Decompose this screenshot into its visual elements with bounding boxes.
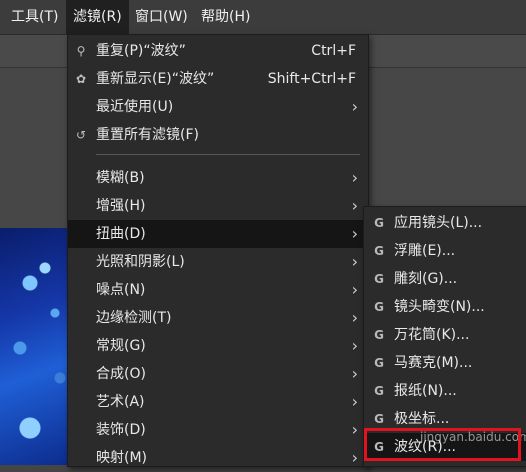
menu-item-noise[interactable]: 噪点(N) › (68, 276, 368, 304)
gegl-icon: G (374, 300, 384, 314)
chevron-right-icon: › (351, 280, 358, 299)
menu-item-label: 模糊(B) (96, 170, 145, 186)
chevron-right-icon: › (351, 168, 358, 187)
gegl-icon: G (374, 244, 384, 258)
menu-help[interactable]: 帮助(H) (194, 0, 257, 34)
menu-filters[interactable]: 滤镜(R) (66, 0, 129, 34)
chevron-right-icon: › (351, 224, 358, 243)
menu-item-repeat-filter[interactable]: ⚲ 重复(P)“波纹” Ctrl+F (68, 37, 368, 65)
menu-item-blur[interactable]: 模糊(B) › (68, 164, 368, 192)
submenu-item-newsprint[interactable]: G 报纸(N)... (364, 377, 526, 405)
menu-item-label: 报纸(N)... (394, 383, 457, 399)
menu-item-distorts[interactable]: 扭曲(D) › (68, 220, 368, 248)
shortcut-label: Ctrl+F (311, 43, 356, 59)
menu-windows[interactable]: 窗口(W) (128, 0, 195, 34)
submenu-item-engrave[interactable]: G 雕刻(G)... (364, 265, 526, 293)
menu-item-label: 扭曲(D) (96, 226, 146, 242)
menu-item-artistic[interactable]: 艺术(A) › (68, 388, 368, 416)
submenu-item-lens-distortion[interactable]: G 镜头畸变(N)... (364, 293, 526, 321)
menu-item-label: 合成(O) (96, 366, 146, 382)
menu-item-label: 增强(H) (96, 198, 146, 214)
reset-icon: ↺ (75, 128, 87, 142)
menu-item-label: 重新显示(E)“波纹” (96, 71, 215, 87)
chevron-right-icon: › (351, 364, 358, 383)
menu-item-label: 马赛克(M)... (394, 355, 473, 371)
menubar: 工具(T) 滤镜(R) 窗口(W) 帮助(H) (0, 0, 526, 35)
gegl-icon: G (374, 216, 384, 230)
menu-item-label: 装饰(D) (96, 422, 146, 438)
menu-separator (96, 154, 360, 155)
gegl-icon: G (374, 384, 384, 398)
repeat-filter-icon: ⚲ (76, 44, 86, 58)
submenu-item-mosaic[interactable]: G 马赛克(M)... (364, 349, 526, 377)
reshow-filter-icon: ✿ (75, 72, 87, 86)
menu-item-label: 镜头畸变(N)... (394, 299, 485, 315)
menu-item-label: 极坐标... (394, 411, 450, 427)
menu-item-recently-used[interactable]: 最近使用(U) › (68, 93, 368, 121)
menu-item-label: 最近使用(U) (96, 99, 174, 115)
menu-item-decor[interactable]: 装饰(D) › (68, 416, 368, 444)
gegl-icon: G (374, 356, 384, 370)
menu-item-edge-detect[interactable]: 边缘检测(T) › (68, 304, 368, 332)
gegl-icon: G (374, 440, 384, 454)
menu-item-label: 万花筒(K)... (394, 327, 470, 343)
menu-item-combine[interactable]: 合成(O) › (68, 360, 368, 388)
chevron-right-icon: › (351, 392, 358, 411)
submenu-item-kaleidoscope[interactable]: G 万花筒(K)... (364, 321, 526, 349)
menu-item-label: 浮雕(E)... (394, 243, 456, 259)
chevron-right-icon: › (351, 252, 358, 271)
menu-item-reshow-filter[interactable]: ✿ 重新显示(E)“波纹” Shift+Ctrl+F (68, 65, 368, 93)
watermark: jingyan.baidu.com (420, 430, 526, 444)
menu-item-label: 重复(P)“波纹” (96, 43, 186, 59)
filters-menu: ⚲ 重复(P)“波纹” Ctrl+F ✿ 重新显示(E)“波纹” Shift+C… (67, 34, 369, 467)
gegl-icon: G (374, 412, 384, 426)
submenu-item-apply-lens[interactable]: G 应用镜头(L)... (364, 209, 526, 237)
menu-item-label: 艺术(A) (96, 394, 145, 410)
menu-item-label: 边缘检测(T) (96, 310, 172, 326)
menu-item-generic[interactable]: 常规(G) › (68, 332, 368, 360)
menu-item-label: 雕刻(G)... (394, 271, 458, 287)
chevron-right-icon: › (351, 448, 358, 467)
menu-item-light-shadow[interactable]: 光照和阴影(L) › (68, 248, 368, 276)
gegl-icon: G (374, 328, 384, 342)
submenu-item-emboss[interactable]: G 浮雕(E)... (364, 237, 526, 265)
shortcut-label: Shift+Ctrl+F (267, 71, 356, 87)
menu-item-label: 噪点(N) (96, 282, 146, 298)
menu-item-label: 常规(G) (96, 338, 146, 354)
gegl-icon: G (374, 272, 384, 286)
chevron-right-icon: › (351, 308, 358, 327)
menu-item-label: 映射(M) (96, 450, 148, 466)
chevron-right-icon: › (351, 196, 358, 215)
submenu-item-polar-coordinates[interactable]: G 极坐标... (364, 405, 526, 433)
distorts-submenu: G 应用镜头(L)... G 浮雕(E)... G 雕刻(G)... G 镜头畸… (363, 206, 526, 467)
chevron-right-icon: › (351, 97, 358, 116)
menu-item-map[interactable]: 映射(M) › (68, 444, 368, 472)
menu-tools[interactable]: 工具(T) (4, 0, 65, 34)
menu-item-enhance[interactable]: 增强(H) › (68, 192, 368, 220)
menu-item-reset-all-filters[interactable]: ↺ 重置所有滤镜(F) (68, 121, 368, 149)
menu-item-label: 重置所有滤镜(F) (96, 127, 199, 143)
chevron-right-icon: › (351, 420, 358, 439)
menu-item-label: 光照和阴影(L) (96, 254, 185, 270)
chevron-right-icon: › (351, 336, 358, 355)
menu-item-label: 应用镜头(L)... (394, 215, 483, 231)
